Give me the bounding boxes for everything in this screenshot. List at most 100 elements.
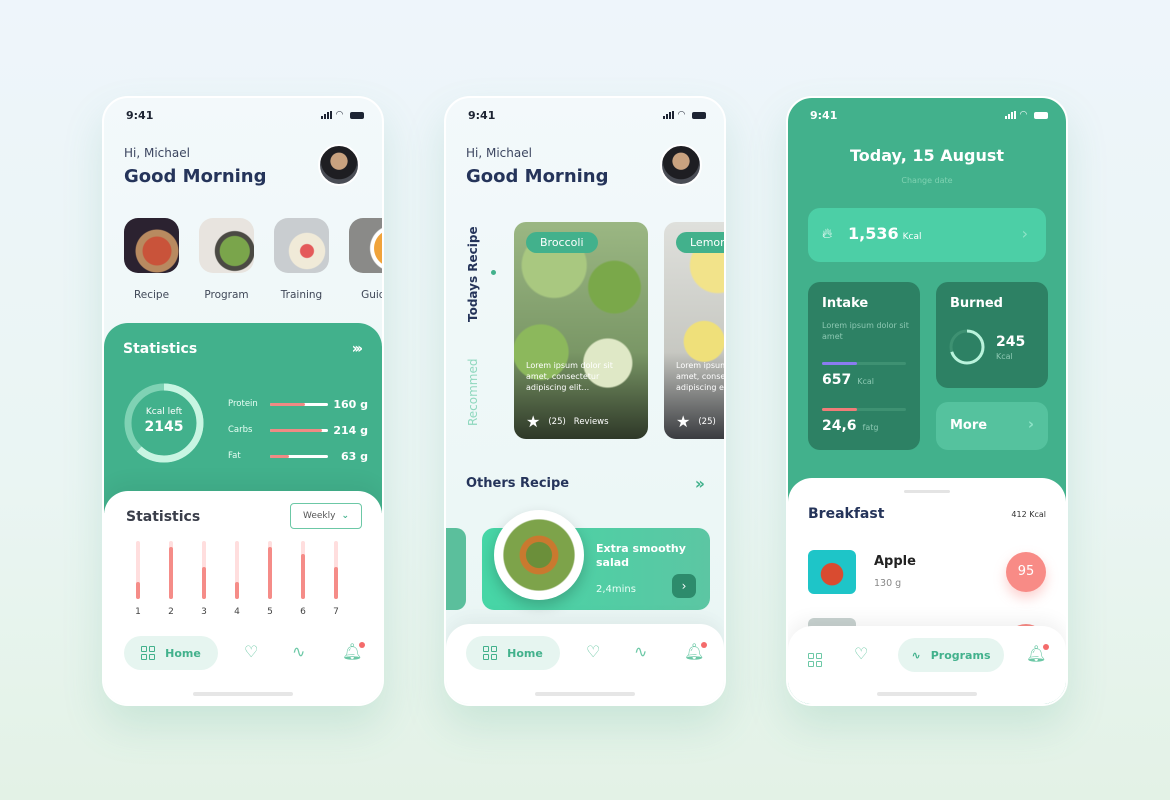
home-indicator	[535, 692, 635, 696]
salad-image	[494, 510, 584, 600]
battery-icon	[350, 111, 364, 119]
macro-name: Carbs	[228, 425, 253, 435]
category-program[interactable]: Program	[199, 218, 254, 302]
bell-icon[interactable]: 🔔︎	[342, 642, 366, 660]
macro-row: Fat 63 g	[228, 443, 368, 469]
nav-programs[interactable]: ∿ Programs	[898, 638, 1004, 672]
more-button[interactable]: More ›	[936, 402, 1048, 450]
recipe-card[interactable]: Broccoli Lorem ipsum dolor sit amet, con…	[514, 222, 648, 439]
avatar[interactable]	[660, 144, 702, 186]
category-guide[interactable]: Guide	[349, 218, 382, 302]
recipe-tag: Broccoli	[526, 232, 598, 253]
status-bar: 9:41 ◠	[468, 108, 706, 122]
status-time: 9:41	[810, 108, 838, 122]
home-indicator	[877, 692, 977, 696]
home-indicator	[193, 692, 293, 696]
intake-title: Intake	[822, 296, 869, 311]
activity-icon[interactable]: ∿	[634, 644, 647, 660]
bar-label: 7	[333, 607, 339, 617]
bar-fill	[169, 546, 173, 599]
heart-icon[interactable]: ♡	[244, 644, 258, 660]
weekly-bar-chart: 1 2 3 4 5 6 7	[132, 541, 354, 621]
macro-name: Protein	[228, 399, 258, 409]
bar-label: 6	[300, 607, 306, 617]
burned-unit: Kcal	[996, 352, 1013, 361]
statistics-card: Statistics ››› Kcal left 2145 Protein 160…	[104, 323, 382, 513]
food-score-badge[interactable]: 95	[1006, 552, 1046, 592]
weekly-bar: 6	[297, 541, 309, 617]
change-date-link[interactable]: Change date	[788, 176, 1066, 185]
notification-dot	[1043, 644, 1050, 650]
bell-icon[interactable]: 🔔︎	[684, 642, 708, 660]
grid-icon	[141, 646, 156, 660]
sheet-handle[interactable]	[904, 490, 950, 493]
nav-home[interactable]: Home	[466, 636, 560, 670]
food-image	[808, 550, 856, 594]
review-count: (25)	[548, 417, 566, 427]
macro-bar-fill	[270, 454, 289, 458]
intake-fat-value: 24,6	[822, 418, 857, 434]
fat-progress-bar	[822, 408, 906, 411]
bottom-nav: Home ♡ ∿ 🔔︎	[446, 624, 724, 704]
kcal-label: Kcal left	[145, 407, 183, 417]
double-chevron-right-icon[interactable]: ››	[695, 474, 705, 493]
signal-icon	[321, 111, 332, 119]
macro-list: Protein 160 g Carbs 214 g Fat 63 g	[228, 391, 368, 469]
burned-title: Burned	[950, 296, 1003, 311]
weekly-bar: 3	[198, 541, 210, 617]
flame-icon: 🔥︎	[822, 226, 833, 242]
notification-dot	[359, 642, 366, 648]
burned-card[interactable]: Burned 245 Kcal	[936, 282, 1048, 388]
category-label: Recipe	[133, 289, 170, 301]
intake-fat-unit: fatg	[862, 423, 879, 432]
burned-ring	[949, 329, 985, 365]
bell-icon[interactable]: 🔔︎	[1026, 644, 1050, 662]
chevron-right-icon[interactable]: ›	[672, 574, 696, 598]
signal-icon	[663, 111, 674, 119]
other-recipe-title: Extra smoothy salad	[596, 542, 686, 569]
recipe-card[interactable]: Lemon Lorem ipsum dolor sit amet, consec…	[664, 222, 724, 439]
category-recipe[interactable]: Recipe	[124, 218, 179, 302]
category-training[interactable]: Training	[274, 218, 329, 302]
heart-icon[interactable]: ♡	[854, 646, 868, 662]
weekly-bar: 5	[264, 541, 276, 617]
greeting: Hi, Michael	[124, 146, 190, 160]
signal-icon	[1005, 111, 1016, 119]
macro-name: Fat	[228, 451, 241, 461]
burned-value: 245	[996, 334, 1026, 350]
kcal-progress-bar	[822, 362, 906, 365]
intake-kcal-value: 657	[822, 372, 852, 388]
nav-home[interactable]: Home	[124, 636, 218, 670]
kcal-summary[interactable]: 🔥︎ 1,536 Kcal ›	[808, 208, 1046, 262]
page-title: Good Morning	[124, 166, 267, 187]
period-dropdown[interactable]: Weekly ⌄	[290, 503, 362, 529]
avatar[interactable]	[318, 144, 360, 186]
bar-track	[235, 541, 239, 599]
bar-fill	[268, 546, 272, 599]
tab-todays-recipe[interactable]: Todays Recipe	[466, 226, 480, 322]
macro-bar-fill	[270, 428, 323, 432]
intake-card[interactable]: Intake Lorem ipsum dolor sit amet 657 Kca…	[808, 282, 920, 450]
nav-home-label: Home	[507, 646, 543, 660]
recipe-rating: ★ (25) Reviews	[526, 414, 609, 430]
recipe-description: Lorem ipsum dolor sit amet, consectetur …	[526, 361, 613, 392]
activity-icon[interactable]: ∿	[292, 644, 305, 660]
tab-recommended[interactable]: Recommed	[466, 359, 480, 427]
bar-label: 4	[234, 607, 240, 617]
date-title: Today, 15 August	[850, 146, 1004, 165]
kcal-ring: Kcal left 2145	[122, 381, 206, 465]
activity-icon: ∿	[911, 648, 921, 662]
category-label: Program	[204, 289, 249, 301]
phone-daily-intake: 9:41 ◠ Today, 15 August Change date 🔥︎ 1…	[786, 96, 1068, 706]
heart-icon[interactable]: ♡	[586, 644, 600, 660]
weekly-bar: 4	[231, 541, 243, 617]
intake-kcal-unit: Kcal	[857, 377, 875, 386]
macro-value: 214 g	[333, 423, 368, 437]
grid-icon[interactable]	[808, 646, 822, 667]
page-title: Good Morning	[466, 166, 609, 187]
statistics-title: Statistics	[123, 341, 198, 357]
category-label: Guide	[361, 289, 382, 301]
bar-fill	[301, 553, 305, 599]
other-recipe-card-prev[interactable]	[446, 528, 466, 610]
double-chevron-right-icon[interactable]: ›››	[352, 341, 363, 357]
